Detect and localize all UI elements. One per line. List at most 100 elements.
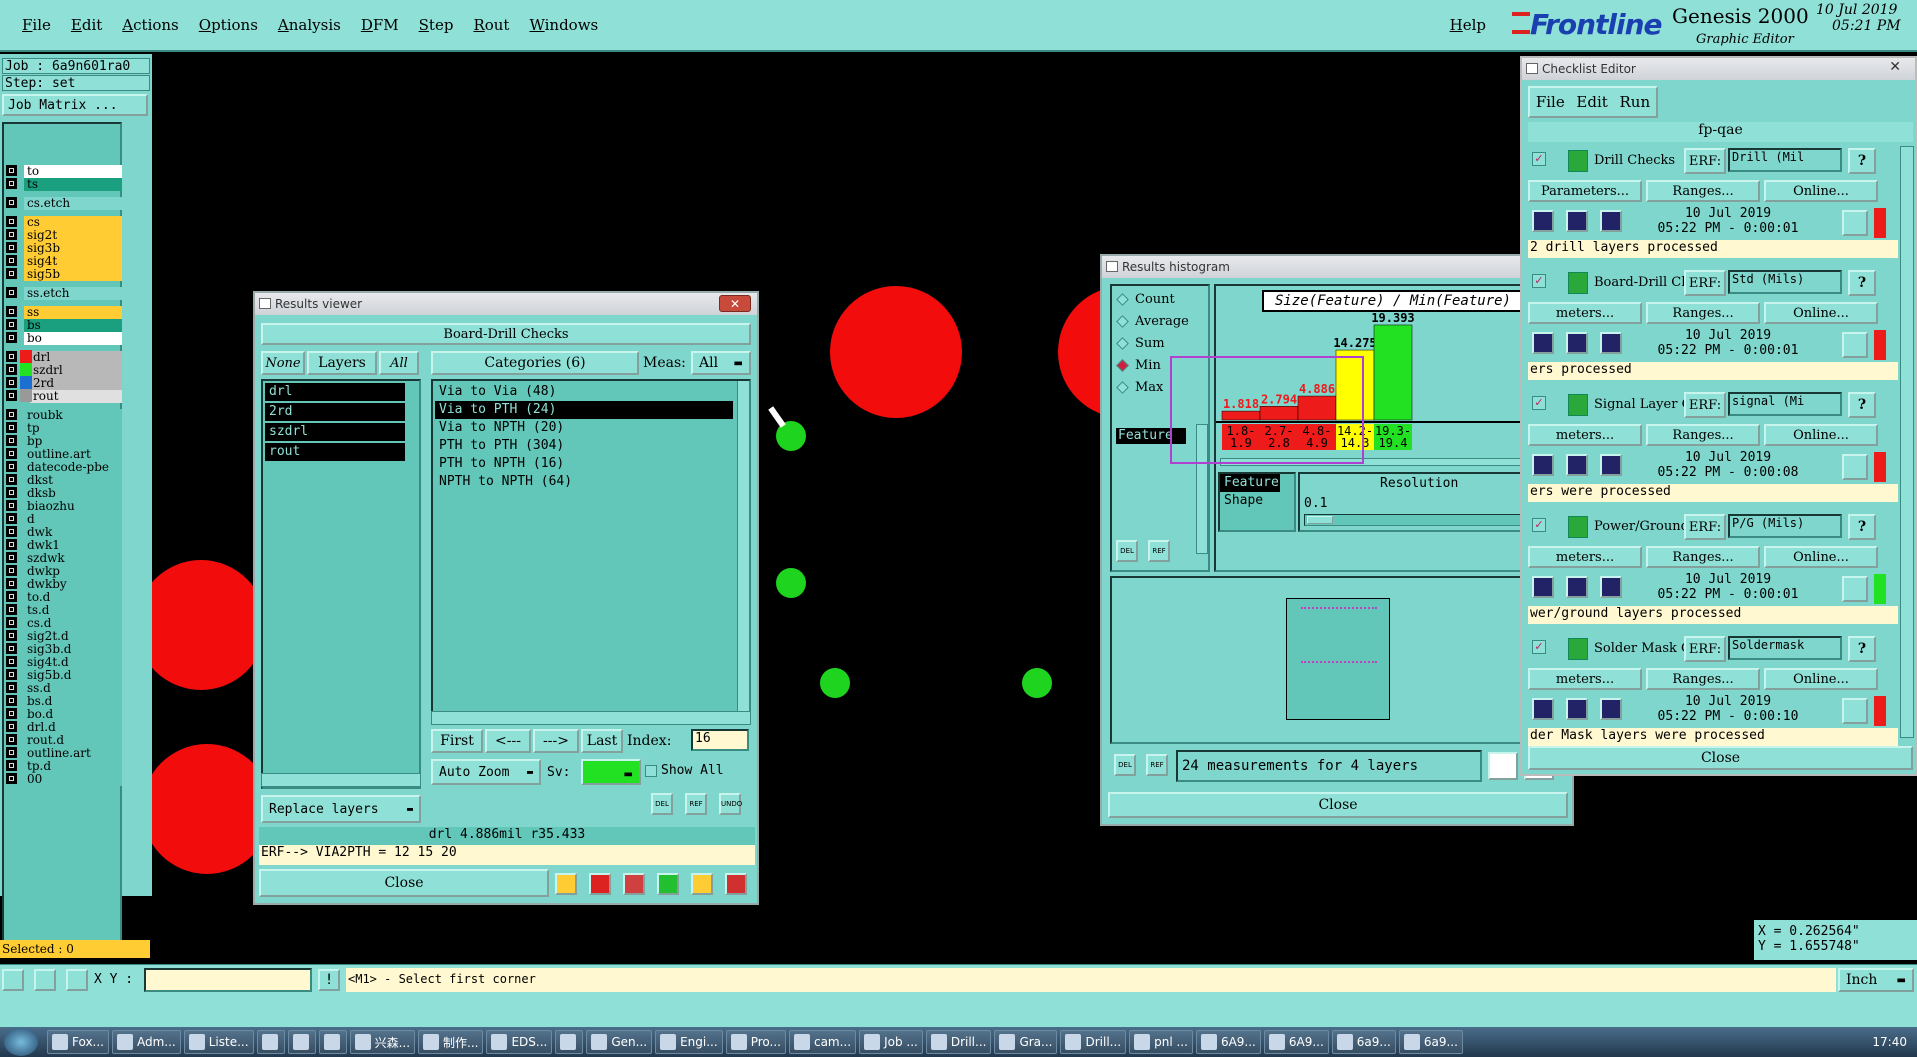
- taskbar-item[interactable]: [555, 1030, 584, 1054]
- layer-checkbox[interactable]: [6, 539, 17, 550]
- layer-row[interactable]: bp: [4, 434, 122, 448]
- layer-row[interactable]: roubk: [4, 408, 122, 422]
- layer-row[interactable]: tp.d: [4, 759, 122, 773]
- taskbar-item[interactable]: pnl ...: [1129, 1030, 1193, 1054]
- help-icon[interactable]: ?: [1848, 636, 1876, 662]
- taskbar-item[interactable]: 制作...: [418, 1030, 484, 1054]
- first-button[interactable]: First: [431, 729, 483, 753]
- category-item[interactable]: Via to Via (48): [435, 383, 747, 401]
- layer-checkbox[interactable]: [6, 591, 17, 602]
- layer-checkbox[interactable]: [6, 487, 17, 498]
- resolution-slider[interactable]: [1304, 514, 1556, 526]
- tool-icon[interactable]: [589, 873, 611, 895]
- layer-checkbox[interactable]: [6, 500, 17, 511]
- layer-checkbox[interactable]: [6, 255, 17, 266]
- ref-icon[interactable]: REF: [685, 793, 707, 815]
- show-all-checkbox[interactable]: [645, 765, 657, 777]
- layer-row[interactable]: ss: [4, 305, 122, 319]
- next-button[interactable]: --->: [533, 729, 579, 753]
- ranges-button[interactable]: Ranges...: [1646, 546, 1760, 568]
- replace-layers-dropdown[interactable]: Replace layers ▬: [261, 795, 421, 823]
- measure-icon[interactable]: [34, 969, 56, 991]
- snap-icon[interactable]: [2, 969, 24, 991]
- layer-checkbox[interactable]: [6, 760, 17, 771]
- erf-button[interactable]: ERF:: [1684, 148, 1726, 174]
- zoom-icon[interactable]: [1842, 698, 1868, 724]
- info-icon[interactable]: !: [318, 969, 340, 991]
- layer-checkbox[interactable]: [6, 773, 17, 784]
- layer-checkbox[interactable]: [6, 552, 17, 563]
- run-selected-icon[interactable]: [1566, 332, 1588, 354]
- run-icon[interactable]: [1532, 210, 1554, 232]
- online-button[interactable]: Online...: [1764, 546, 1878, 568]
- layer-row[interactable]: 00: [4, 772, 122, 786]
- ranges-button[interactable]: Ranges...: [1646, 302, 1760, 324]
- erf-field[interactable]: Drill (Mil: [1728, 148, 1842, 172]
- layer-color-swatch[interactable]: [20, 389, 32, 402]
- layer-row[interactable]: bs.d: [4, 694, 122, 708]
- layers-list[interactable]: drl 2rd szdrl rout: [261, 379, 421, 789]
- taskbar-item[interactable]: Drill...: [925, 1030, 992, 1054]
- erf-field[interactable]: Std (Mils): [1728, 270, 1842, 294]
- layer-color-swatch[interactable]: [20, 350, 32, 363]
- taskbar-item[interactable]: cam...: [788, 1030, 857, 1054]
- taskbar-item[interactable]: Fox...: [47, 1030, 109, 1054]
- list-item[interactable]: Shape: [1220, 492, 1294, 510]
- layer-row[interactable]: bs: [4, 318, 122, 332]
- layer-row[interactable]: ts: [4, 177, 122, 191]
- parameters-button[interactable]: Parameters...: [1528, 180, 1642, 202]
- run-selected-icon[interactable]: [1566, 698, 1588, 720]
- ref-icon[interactable]: REF: [1146, 754, 1168, 776]
- layer-row[interactable]: ts.d: [4, 603, 122, 617]
- run-selected-icon[interactable]: [1566, 454, 1588, 476]
- run-all-icon[interactable]: [1600, 454, 1622, 476]
- layer-checkbox[interactable]: [6, 197, 17, 208]
- close-icon[interactable]: ✕: [719, 295, 751, 312]
- layer-row[interactable]: cs.d: [4, 616, 122, 630]
- help-icon[interactable]: ?: [1848, 270, 1876, 296]
- layer-color-swatch[interactable]: [20, 376, 32, 389]
- radio-icon[interactable]: [1116, 315, 1129, 328]
- taskbar-item[interactable]: 兴森...: [349, 1030, 416, 1054]
- layer-row[interactable]: outline.art: [4, 447, 122, 461]
- stat-option-min[interactable]: Min: [1116, 358, 1161, 373]
- index-input[interactable]: 16: [691, 729, 749, 751]
- parameters-button[interactable]: meters...: [1528, 668, 1642, 690]
- run-all-icon[interactable]: [1600, 210, 1622, 232]
- stat-option-max[interactable]: Max: [1116, 380, 1163, 395]
- layer-checkbox[interactable]: [6, 721, 17, 732]
- auto-zoom-dropdown[interactable]: Auto Zoom ▬: [431, 759, 541, 785]
- help-icon[interactable]: ?: [1848, 514, 1876, 540]
- run-all-icon[interactable]: [1600, 332, 1622, 354]
- tool-icon[interactable]: [555, 873, 577, 895]
- xy-input[interactable]: [144, 968, 312, 992]
- list-item[interactable]: rout: [265, 443, 405, 461]
- menu-help[interactable]: Help: [1440, 16, 1496, 34]
- grid-icon[interactable]: [66, 969, 88, 991]
- list-item[interactable]: drl: [265, 383, 405, 401]
- layer-checkbox[interactable]: [6, 390, 17, 401]
- erf-field[interactable]: P/G (Mils): [1728, 514, 1842, 538]
- list-item[interactable]: szdrl: [265, 423, 405, 441]
- layer-row[interactable]: rout.d: [4, 733, 122, 747]
- layer-checkbox[interactable]: [6, 578, 17, 589]
- run-icon[interactable]: [1532, 698, 1554, 720]
- layer-row[interactable]: outline.art: [4, 746, 122, 760]
- layer-checkbox[interactable]: [6, 513, 17, 524]
- erf-button[interactable]: ERF:: [1684, 636, 1726, 662]
- action-checkbox[interactable]: ✓: [1532, 640, 1546, 654]
- layer-checkbox[interactable]: [6, 351, 17, 362]
- layer-row[interactable]: szdwk: [4, 551, 122, 565]
- taskbar-item[interactable]: [256, 1030, 285, 1054]
- layer-row[interactable]: szdrl: [4, 363, 122, 377]
- ref-icon[interactable]: REF: [1148, 540, 1170, 562]
- run-icon[interactable]: [1532, 332, 1554, 354]
- del-icon[interactable]: DEL: [651, 793, 673, 815]
- vertical-scrollbar[interactable]: [1900, 146, 1914, 738]
- parameters-button[interactable]: meters...: [1528, 546, 1642, 568]
- layer-row[interactable]: sig3b.d: [4, 642, 122, 656]
- layer-row[interactable]: sig5b: [4, 267, 122, 281]
- layer-row[interactable]: sig4t.d: [4, 655, 122, 669]
- menu-actions[interactable]: Actions: [112, 16, 188, 34]
- layer-checkbox[interactable]: [6, 695, 17, 706]
